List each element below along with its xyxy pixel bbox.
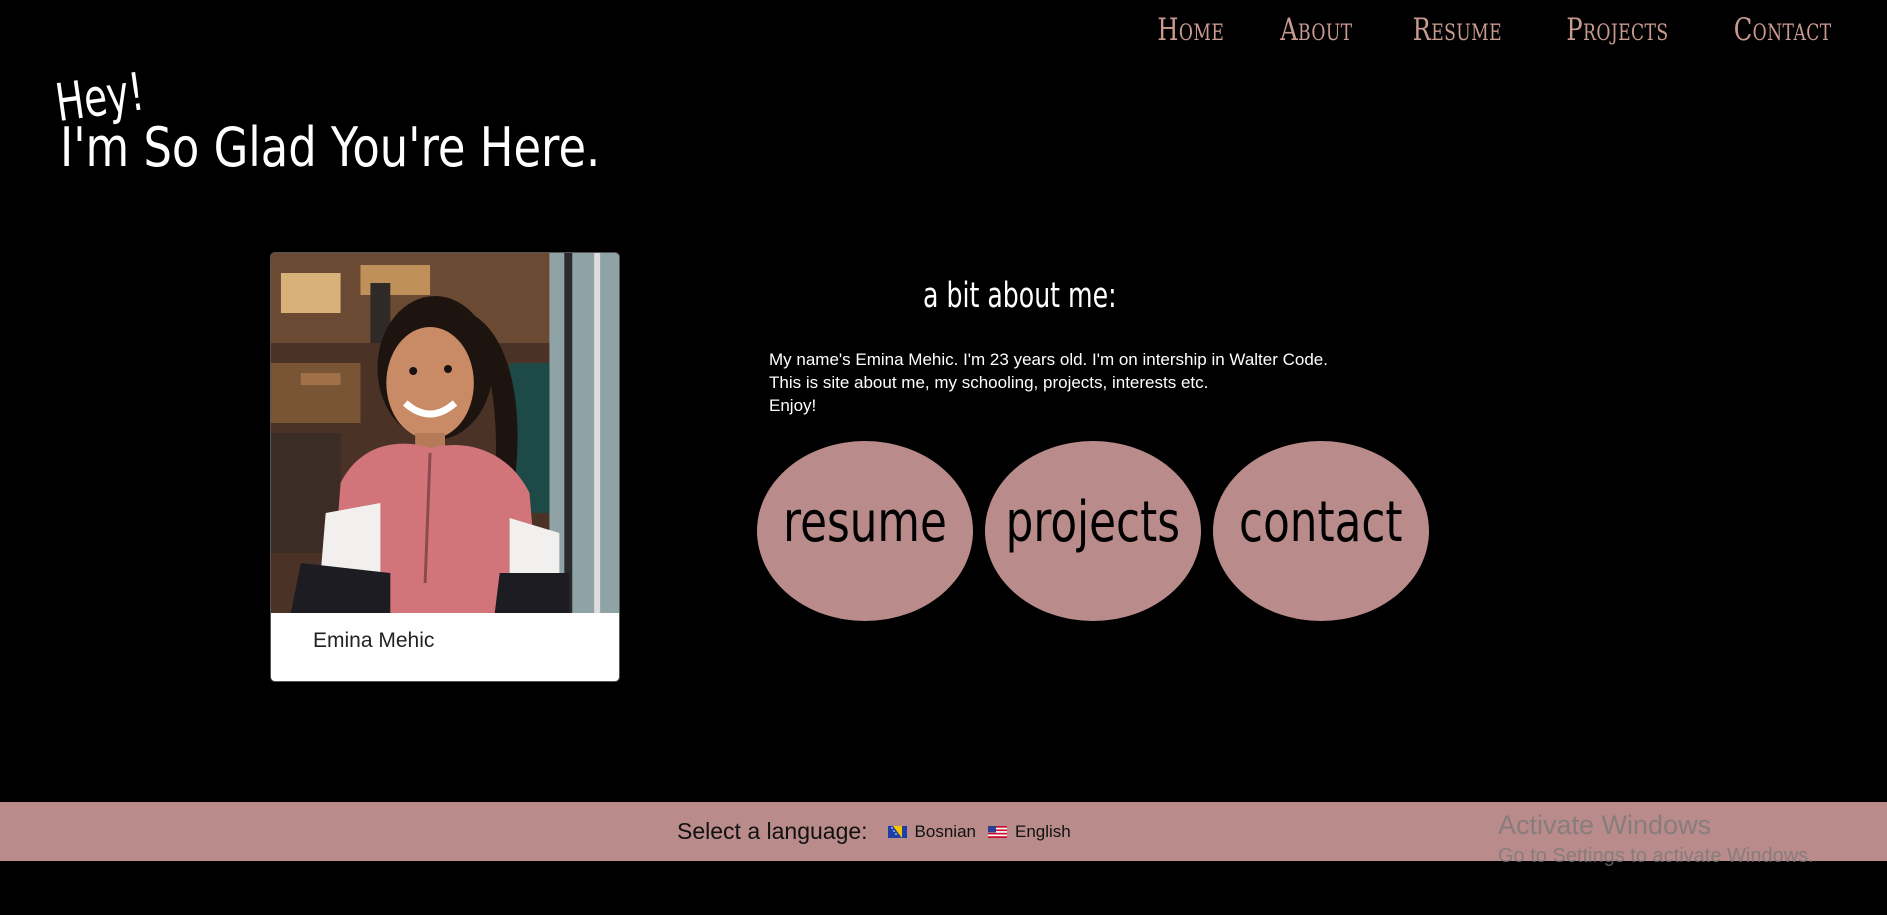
- resume-button-label: resume: [783, 489, 947, 555]
- hero-heading: I'm So Glad You're Here.: [60, 116, 601, 179]
- section-buttons: resume projects contact: [757, 441, 1429, 621]
- usa-flag-icon: [987, 825, 1007, 838]
- language-option-english[interactable]: English: [987, 821, 1071, 842]
- about-line: Enjoy!: [769, 396, 817, 415]
- about-line: This is site about me, my schooling, pro…: [769, 373, 1209, 392]
- watermark-subtitle: Go to Settings to activate Windows.: [1498, 845, 1814, 867]
- nav-about-link[interactable]: About: [1281, 8, 1353, 52]
- projects-button[interactable]: projects: [985, 441, 1201, 621]
- windows-activation-watermark: Activate Windows Go to Settings to activ…: [1498, 809, 1814, 871]
- nav-home-link[interactable]: Home: [1157, 8, 1224, 52]
- nav-contact-link[interactable]: Contact: [1733, 8, 1831, 52]
- resume-button[interactable]: resume: [757, 441, 973, 621]
- contact-button[interactable]: contact: [1213, 441, 1429, 621]
- nav-resume-link[interactable]: Resume: [1413, 8, 1502, 52]
- watermark-title: Activate Windows: [1498, 810, 1712, 840]
- profile-card: Emina Mehic: [270, 252, 620, 682]
- language-selector: Select a language: Bosnian English: [677, 802, 1083, 861]
- language-option-label: Bosnian: [914, 821, 976, 841]
- main-nav: Home About Resume Projects Contact: [1148, 8, 1845, 52]
- bosnia-flag-icon: [887, 825, 907, 838]
- language-option-bosnian[interactable]: Bosnian: [887, 821, 976, 842]
- profile-name: Emina Mehic: [313, 629, 435, 652]
- language-option-label: English: [1014, 821, 1071, 841]
- about-title: a bit about me:: [923, 276, 1117, 316]
- contact-button-label: contact: [1239, 489, 1403, 555]
- profile-photo: [271, 253, 619, 613]
- language-label: Select a language:: [677, 818, 868, 844]
- about-description: My name's Emina Mehic. I'm 23 years old.…: [769, 348, 1328, 417]
- about-line: My name's Emina Mehic. I'm 23 years old.…: [769, 350, 1328, 369]
- nav-projects-link[interactable]: Projects: [1566, 8, 1668, 52]
- projects-button-label: projects: [1005, 489, 1181, 555]
